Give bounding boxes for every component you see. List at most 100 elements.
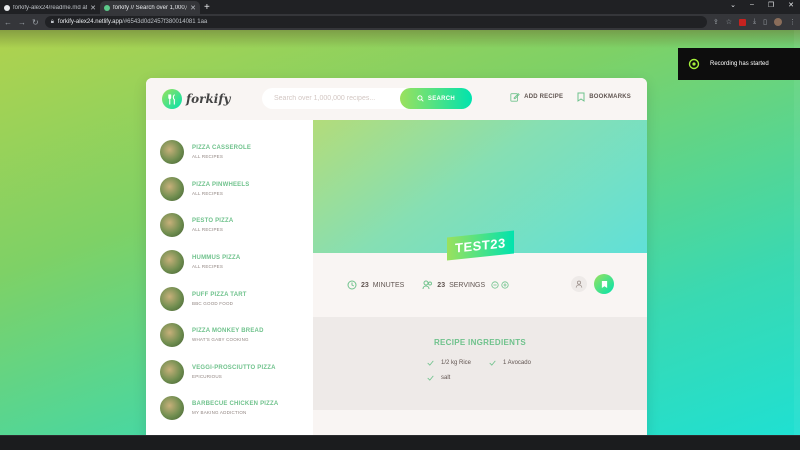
result-publisher: MY BAKING ADDICTION bbox=[192, 410, 247, 416]
star-icon[interactable]: ☆ bbox=[726, 18, 732, 26]
result-item[interactable]: BARBECUE CHICKEN PIZZA MY BAKING ADDICTIO… bbox=[146, 390, 313, 427]
check-icon bbox=[427, 360, 434, 366]
recipe-view: TEST23 23 MINUTES 23 SERVINGS RECIPE ING… bbox=[313, 120, 647, 435]
page-viewport: forkify SEARCH ADD RECIPE BOOKMARKS bbox=[0, 30, 800, 435]
logo-text: forkify bbox=[186, 92, 231, 106]
result-title: BARBECUE CHICKEN PIZZA bbox=[192, 401, 279, 408]
recipe-thumbnail bbox=[160, 323, 184, 348]
fork-knife-icon bbox=[162, 89, 182, 109]
search-button-label: SEARCH bbox=[427, 95, 456, 102]
add-recipe-button[interactable]: ADD RECIPE bbox=[510, 92, 563, 102]
plus-circle-icon[interactable] bbox=[501, 281, 509, 289]
url-field[interactable]: 🔒︎ forkify-alex24.netlify.app/#6543d0d24… bbox=[44, 16, 707, 28]
check-icon bbox=[489, 360, 496, 366]
bookmark-button[interactable] bbox=[594, 274, 614, 294]
ingredient-item: 1/2 kg Rice bbox=[427, 360, 489, 366]
recipe-thumbnail bbox=[160, 250, 184, 275]
bookmark-icon bbox=[577, 92, 585, 102]
search-results: PIZZA CASSEROLE ALL RECIPES PIZZA PINWHEE… bbox=[146, 120, 313, 435]
result-item[interactable]: PIZZA CASSEROLE ALL RECIPES bbox=[146, 134, 313, 171]
browser-tab-bar: forkify-alex24/readme.md at m ✕ forkify … bbox=[0, 0, 800, 14]
minus-circle-icon[interactable] bbox=[491, 281, 499, 289]
recording-icon bbox=[688, 58, 700, 70]
minutes-value: 23 bbox=[361, 281, 369, 289]
result-title: PIZZA MONKEY BREAD bbox=[192, 328, 264, 335]
browser-tab-github[interactable]: forkify-alex24/readme.md at m ✕ bbox=[0, 1, 100, 14]
restore-icon[interactable]: ❐ bbox=[768, 1, 774, 9]
user-icon bbox=[575, 280, 583, 288]
result-title: PIZZA PINWHEELS bbox=[192, 181, 250, 188]
bookmark-fill-icon bbox=[601, 280, 607, 288]
servings-controls bbox=[491, 281, 509, 289]
os-taskbar bbox=[0, 435, 800, 450]
result-item[interactable]: PUFF PIZZA TART BBC GOOD FOOD bbox=[146, 280, 313, 317]
address-bar-row: ← → ↻ 🔒︎ forkify-alex24.netlify.app/#654… bbox=[0, 14, 800, 30]
extension-icon[interactable] bbox=[739, 18, 747, 26]
search-form: SEARCH bbox=[262, 88, 472, 109]
edit-icon bbox=[510, 93, 520, 102]
back-icon[interactable]: ← bbox=[4, 18, 12, 27]
recording-toast-text: Recording has started bbox=[710, 61, 769, 67]
logo[interactable]: forkify bbox=[162, 89, 231, 109]
result-title: PUFF PIZZA TART bbox=[192, 291, 247, 298]
recipe-servings: 23 SERVINGS bbox=[422, 280, 509, 290]
recipe-ingredients: RECIPE INGREDIENTS 1/2 kg Rice 1 Avocado bbox=[313, 317, 647, 410]
recipe-time: 23 MINUTES bbox=[347, 280, 404, 290]
users-icon bbox=[422, 280, 433, 290]
browser-tab-forkify[interactable]: forkify // Search over 1,000,000 ✕ bbox=[100, 1, 200, 14]
servings-value: 23 bbox=[437, 281, 446, 289]
tab-title: forkify // Search over 1,000,000 bbox=[113, 4, 187, 11]
forward-icon[interactable]: → bbox=[18, 18, 26, 27]
recipe-thumbnail bbox=[160, 213, 184, 238]
recipe-thumbnail bbox=[160, 140, 184, 165]
result-item[interactable]: PIZZA MONKEY BREAD WHAT'S GABY COOKING bbox=[146, 317, 313, 354]
result-publisher: ALL RECIPES bbox=[192, 190, 224, 196]
minimize-icon[interactable]: – bbox=[750, 1, 754, 9]
result-item[interactable]: HUMMUS PIZZA ALL RECIPES bbox=[146, 244, 313, 281]
search-input[interactable] bbox=[262, 88, 400, 109]
lock-icon: 🔒︎ bbox=[50, 18, 54, 25]
user-generated-badge bbox=[571, 276, 587, 292]
result-publisher: ALL RECIPES bbox=[192, 154, 224, 160]
search-button[interactable]: SEARCH bbox=[400, 88, 472, 109]
download-icon[interactable]: ⤓ bbox=[753, 18, 756, 26]
menu-icon[interactable]: ⋮ bbox=[789, 18, 796, 26]
result-title: PESTO PIZZA bbox=[192, 218, 234, 225]
reload-icon[interactable]: ↻ bbox=[32, 18, 39, 27]
result-title: PIZZA CASSEROLE bbox=[192, 145, 252, 152]
profile-avatar[interactable] bbox=[774, 18, 782, 26]
recipe-thumbnail bbox=[160, 396, 184, 421]
chevron-down-icon[interactable]: ⌄ bbox=[730, 1, 736, 9]
close-tab-icon[interactable]: ✕ bbox=[190, 4, 196, 12]
result-item[interactable]: PIZZA PINWHEELS ALL RECIPES bbox=[146, 171, 313, 208]
recording-toast: Recording has started bbox=[678, 48, 800, 80]
ingredients-heading: RECIPE INGREDIENTS bbox=[433, 338, 527, 347]
servings-unit: SERVINGS bbox=[449, 281, 486, 289]
result-publisher: BBC GOOD FOOD bbox=[192, 300, 234, 306]
ingredient-item: salt bbox=[427, 375, 489, 381]
window-controls: ⌄ – ❐ ✕ bbox=[730, 1, 794, 9]
new-tab-icon[interactable]: + bbox=[204, 1, 210, 14]
bookmarks-button[interactable]: BOOKMARKS bbox=[577, 92, 631, 102]
page-top-shadow bbox=[0, 30, 800, 48]
forkify-favicon-icon bbox=[104, 4, 110, 11]
search-icon bbox=[417, 95, 424, 102]
result-item[interactable]: VEGGI-PROSCIUTTO PIZZA EPICURIOUS bbox=[146, 354, 313, 391]
sidepanel-icon[interactable]: ▯ bbox=[763, 18, 767, 26]
ingredient-text: salt bbox=[441, 375, 451, 381]
page-scrollbar[interactable] bbox=[794, 30, 800, 435]
close-window-icon[interactable]: ✕ bbox=[788, 1, 794, 9]
url-path: /#6543d0d2457f380014081 1aa bbox=[122, 19, 208, 25]
forkify-app: forkify SEARCH ADD RECIPE BOOKMARKS bbox=[146, 78, 647, 435]
ingredient-text: 1/2 kg Rice bbox=[441, 360, 472, 366]
result-title: VEGGI-PROSCIUTTO PIZZA bbox=[192, 364, 276, 371]
recipe-thumbnail bbox=[160, 359, 184, 384]
bookmarks-label: BOOKMARKS bbox=[589, 94, 631, 100]
ingredient-item: 1 Avocado bbox=[489, 360, 559, 366]
url-host: forkify-alex24.netlify.app bbox=[57, 19, 123, 25]
result-item[interactable]: PESTO PIZZA ALL RECIPES bbox=[146, 207, 313, 244]
ingredient-list: 1/2 kg Rice 1 Avocado salt bbox=[427, 360, 567, 381]
share-icon[interactable]: ⇪ bbox=[713, 18, 719, 26]
close-tab-icon[interactable]: ✕ bbox=[90, 4, 96, 12]
browser-toolbar: ⇪ ☆ ⤓ ▯ ⋮ bbox=[713, 18, 796, 26]
